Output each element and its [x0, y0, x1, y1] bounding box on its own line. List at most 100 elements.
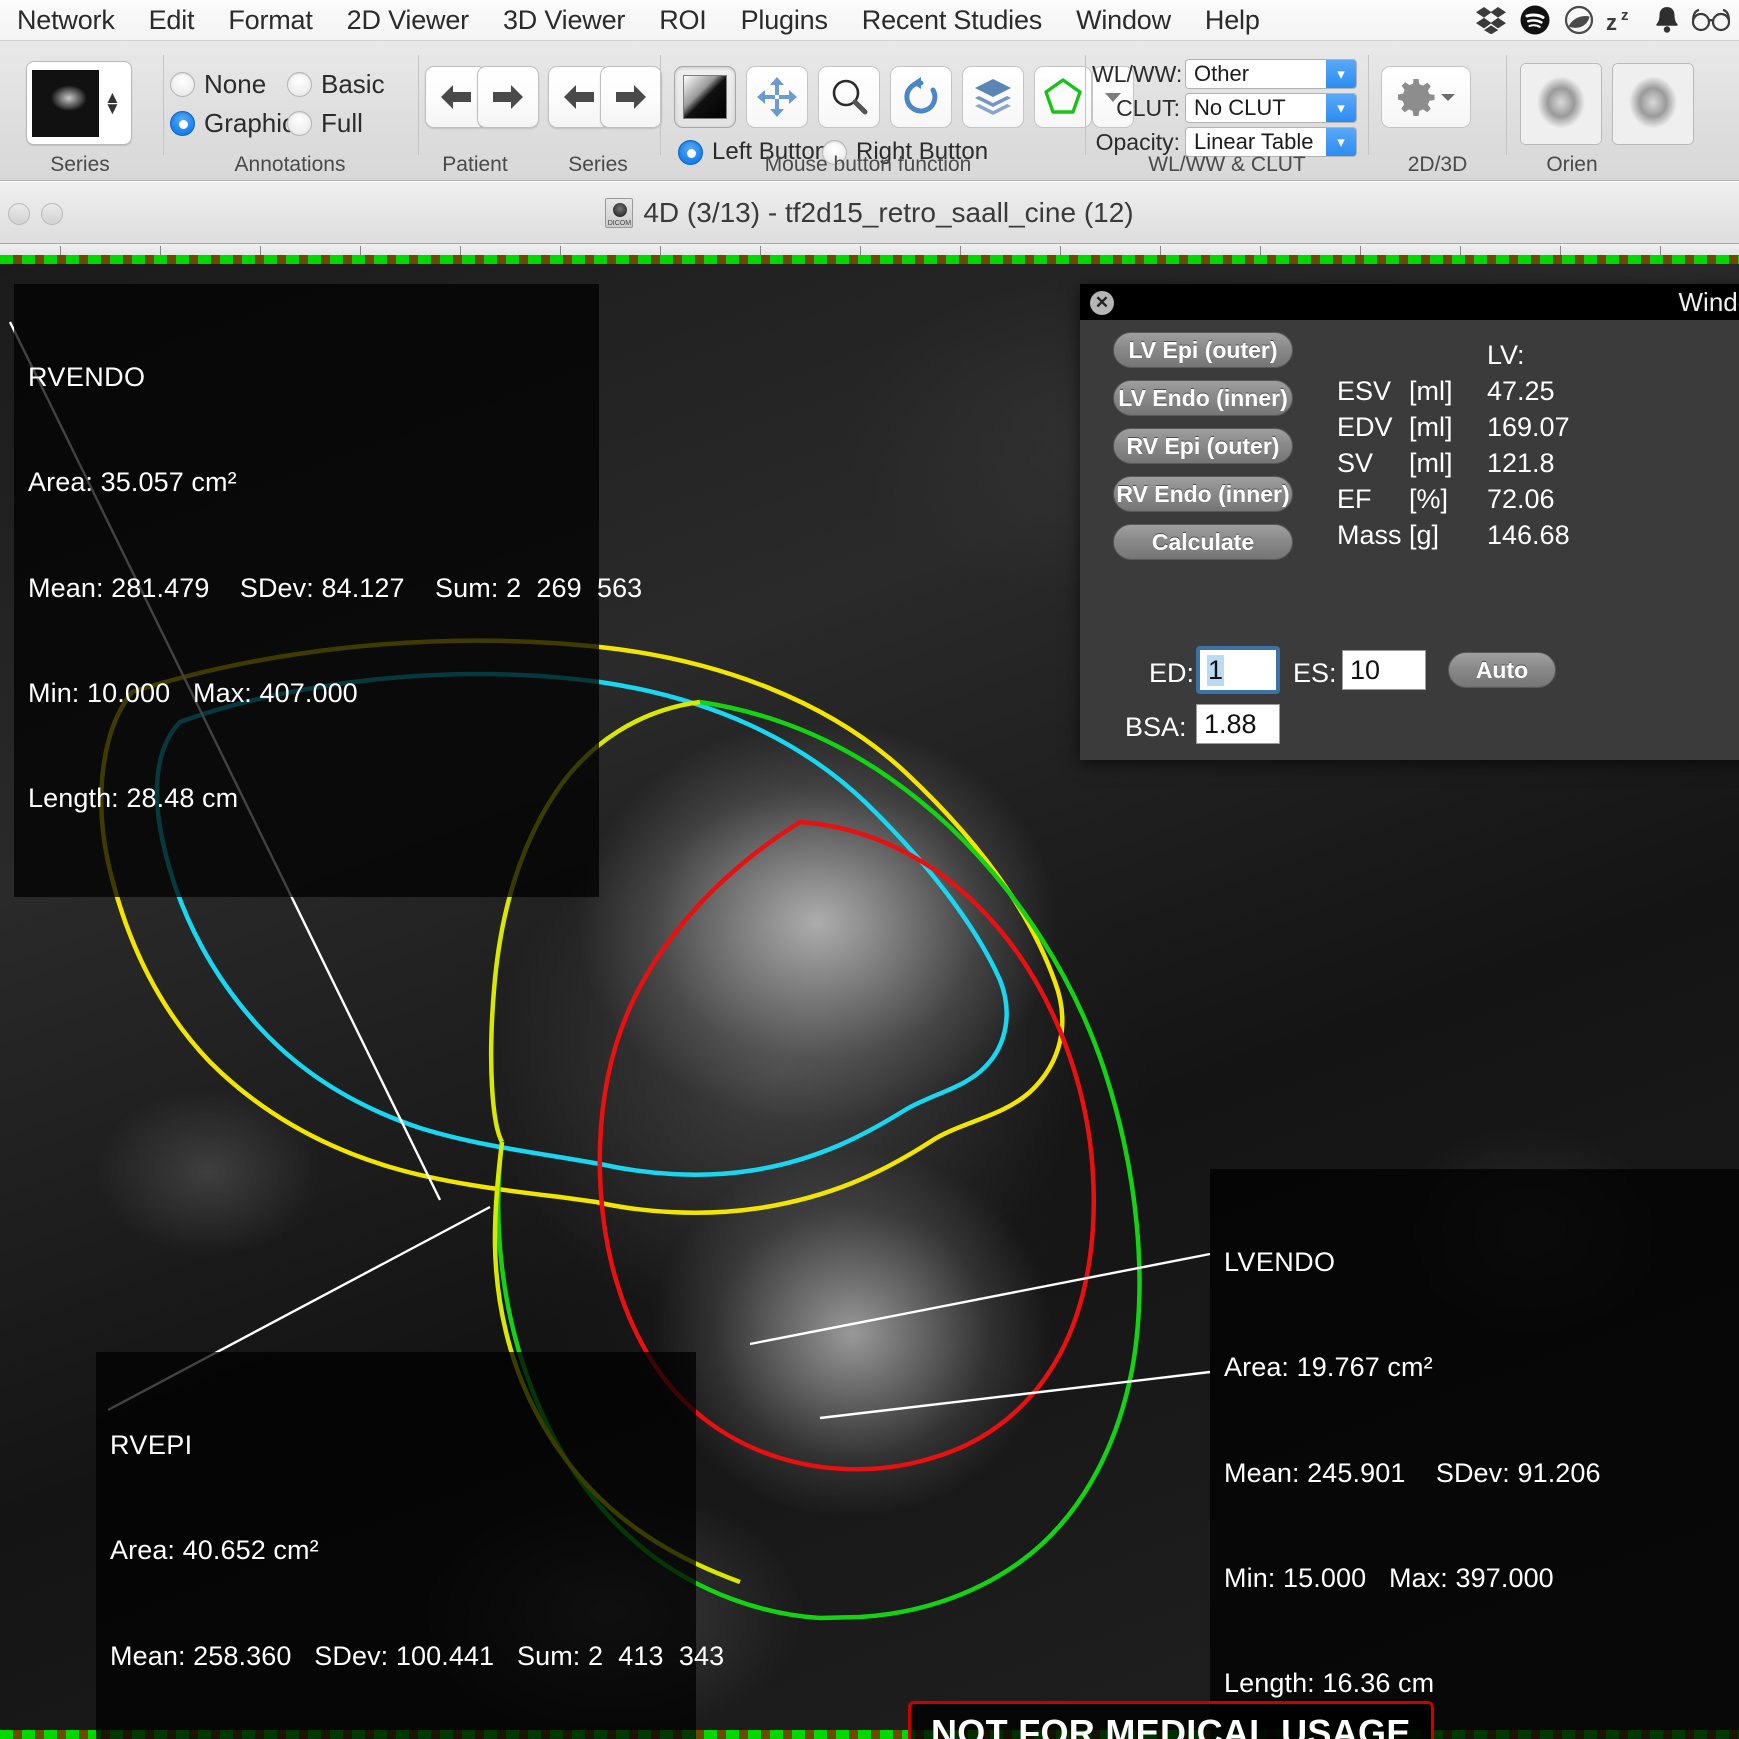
orientation-thumbnail-1[interactable]: [1520, 63, 1602, 145]
chevron-down-icon: [1441, 94, 1455, 101]
menu-roi[interactable]: ROI: [642, 5, 723, 36]
move-icon: [757, 77, 797, 117]
viewer-window-titlebar: DICOM 4D (3/13) - tf2d15_retro_saall_cin…: [0, 181, 1739, 244]
stat-unit-sv: [ml]: [1409, 448, 1453, 478]
settings-2d3d-button[interactable]: [1381, 66, 1471, 128]
lv-endo-inner-button[interactable]: LV Endo (inner): [1113, 380, 1293, 416]
menu-network[interactable]: Network: [0, 5, 132, 36]
lvendo-length: Length: 16.36 cm: [1224, 1668, 1435, 1699]
moon-circle-icon[interactable]: [1557, 0, 1601, 41]
group-label-wlww: WL/WW & CLUT: [1148, 153, 1306, 176]
es-input[interactable]: 10: [1342, 650, 1426, 690]
menu-3d-viewer[interactable]: 3D Viewer: [486, 5, 642, 36]
rotate-icon: [904, 77, 938, 114]
orientation-thumbnail-2[interactable]: [1612, 63, 1694, 145]
radio-full[interactable]: [287, 111, 312, 136]
toolbar-group-series-thumb: ▲ ▼ Series: [0, 41, 160, 181]
radio-graphic-selected[interactable]: [170, 111, 195, 136]
menu-plugins[interactable]: Plugins: [724, 5, 845, 36]
next-patient-button[interactable]: [477, 66, 539, 128]
radio-basic[interactable]: [287, 72, 312, 97]
roi-polygon-tool-button[interactable]: [1034, 66, 1092, 128]
calculate-button[interactable]: Calculate: [1113, 524, 1293, 560]
series-stepper-icon[interactable]: ▲ ▼: [104, 89, 121, 117]
stat-row-mass: Mass [g] 146.68: [1337, 517, 1607, 553]
toolbar-divider: [1506, 55, 1507, 155]
toolbar-group-2d3d: 2D/3D: [1375, 41, 1500, 181]
stat-key-mass: Mass: [1337, 520, 1402, 550]
window-controls: [8, 203, 63, 225]
annotation-option-full[interactable]: Full: [287, 108, 363, 139]
wl-ww-icon: [683, 75, 727, 119]
rv-endo-inner-button[interactable]: RV Endo (inner): [1113, 476, 1293, 512]
roi-polygon-icon: [1044, 78, 1082, 114]
dropbox-icon[interactable]: [1469, 0, 1513, 41]
toolbar-group-orientation: Orien: [1512, 41, 1739, 181]
close-icon[interactable]: ✕: [1090, 291, 1114, 315]
group-label-series: Series: [50, 153, 110, 176]
series-thumbnail-stepper[interactable]: ▲ ▼: [26, 61, 132, 145]
toolbar-divider: [1085, 55, 1086, 155]
wl-ww-tool-button[interactable]: [674, 66, 736, 128]
bell-icon[interactable]: [1645, 0, 1689, 41]
stat-unit-ef: [%]: [1409, 484, 1449, 514]
auto-button[interactable]: Auto: [1448, 652, 1556, 688]
chevron-down-icon[interactable]: ▾: [1326, 128, 1356, 156]
glasses-icon[interactable]: [1689, 0, 1733, 41]
orientation-image-1: [1521, 64, 1601, 144]
menu-window[interactable]: Window: [1059, 5, 1188, 36]
lvendo-mean: Mean: 245.901 SDev: 91.206: [1224, 1457, 1601, 1488]
orientation-image-2: [1613, 64, 1693, 144]
chevron-down-icon[interactable]: ▾: [1326, 60, 1356, 88]
chevron-down-icon[interactable]: ▾: [1326, 94, 1356, 122]
menu-help[interactable]: Help: [1188, 5, 1277, 36]
zoom-tool-button[interactable]: [818, 66, 880, 128]
menu-2d-viewer[interactable]: 2D Viewer: [330, 5, 486, 36]
stat-row-edv: EDV [ml] 169.07: [1337, 409, 1607, 445]
toolbar-group-mouse-function: Left Button Right Button Mouse button fu…: [668, 41, 1134, 181]
menu-format[interactable]: Format: [211, 5, 329, 36]
panel-titlebar[interactable]: ✕ Window: [1080, 284, 1739, 320]
menu-recent-studies[interactable]: Recent Studies: [845, 5, 1059, 36]
gear-icon: [1398, 79, 1435, 116]
clut-select[interactable]: No CLUT ▾: [1185, 93, 1357, 123]
annotation-label-basic: Basic: [321, 69, 385, 99]
window-minimize-button[interactable]: [41, 203, 63, 225]
rvepi-title: RVEPI: [110, 1430, 193, 1461]
stack-scroll-icon: [975, 79, 1011, 115]
lvendo-area: Area: 19.767 cm²: [1224, 1352, 1433, 1383]
sleep-zzz-icon[interactable]: z z: [1601, 0, 1645, 41]
move-tool-button[interactable]: [746, 66, 808, 128]
clut-selected-value: No CLUT: [1194, 95, 1286, 120]
cardiac-function-window-panel[interactable]: ✕ Window LV Epi (outer) LV Endo (inner) …: [1080, 284, 1739, 760]
annotation-option-none[interactable]: None: [170, 69, 266, 100]
ed-input[interactable]: 1: [1196, 646, 1280, 694]
lvendo-minmax: Min: 15.000 Max: 397.000: [1224, 1563, 1554, 1594]
annotation-label-graphic: Graphic: [204, 108, 296, 138]
menu-edit[interactable]: Edit: [132, 5, 212, 36]
lv-header: LV:: [1487, 340, 1525, 370]
stat-value-edv: 169.07: [1487, 412, 1570, 442]
rvepi-mean: Mean: 258.360 SDev: 100.441 Sum: 2 413 3…: [110, 1640, 725, 1671]
stat-value-mass: 146.68: [1487, 520, 1570, 550]
annotation-label-full: Full: [321, 108, 363, 138]
lvendo-title: LVENDO: [1224, 1247, 1336, 1278]
bsa-input[interactable]: 1.88: [1196, 704, 1280, 744]
rvepi-area: Area: 40.652 cm²: [110, 1535, 319, 1566]
toolbar-divider: [1368, 55, 1369, 155]
next-series-button[interactable]: [600, 66, 662, 128]
stat-key-edv: EDV: [1337, 412, 1393, 442]
menu-bar-tray: z z: [1469, 0, 1739, 41]
lv-epi-outer-button[interactable]: LV Epi (outer): [1113, 332, 1293, 368]
radio-none[interactable]: [170, 72, 195, 97]
group-label-patient: Patient: [442, 153, 508, 176]
stack-scroll-tool-button[interactable]: [962, 66, 1024, 128]
spotify-icon[interactable]: [1513, 0, 1557, 41]
annotation-option-graphic[interactable]: Graphic: [170, 108, 295, 139]
annotation-option-basic[interactable]: Basic: [287, 69, 385, 100]
wlww-select[interactable]: Other ▾: [1185, 59, 1357, 89]
window-close-button[interactable]: [8, 203, 30, 225]
rv-epi-outer-button[interactable]: RV Epi (outer): [1113, 428, 1293, 464]
rotate-tool-button[interactable]: [890, 66, 952, 128]
dicom-file-icon: DICOM: [605, 197, 634, 228]
